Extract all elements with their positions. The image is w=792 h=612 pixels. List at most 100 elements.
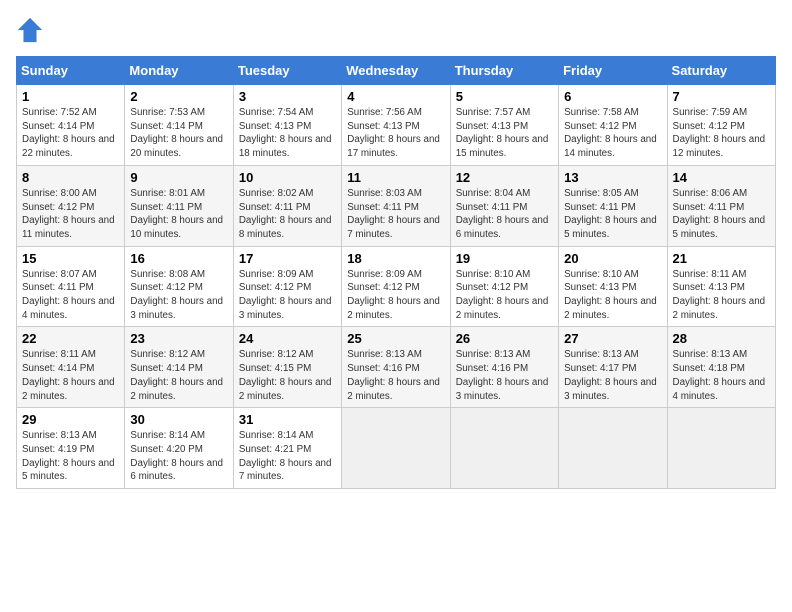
day-number: 7: [673, 89, 770, 104]
day-number: 20: [564, 251, 661, 266]
calendar-cell: 19Sunrise: 8:10 AMSunset: 4:12 PMDayligh…: [450, 246, 558, 327]
day-number: 30: [130, 412, 227, 427]
calendar-week-row: 8 Sunrise: 8:00 AMSunset: 4:12 PMDaylight…: [17, 165, 776, 246]
day-info: Sunrise: 8:12 AMSunset: 4:15 PMDaylight:…: [239, 348, 336, 403]
calendar-cell: 16 Sunrise: 8:08 AMSunset: 4:12 PMDayligh…: [125, 246, 233, 327]
calendar-cell: 25 Sunrise: 8:13 AMSunset: 4:16 PMDayligh…: [342, 327, 450, 408]
day-info: Sunrise: 8:13 AMSunset: 4:19 PMDaylight:…: [22, 429, 119, 484]
calendar-cell: 22 Sunrise: 8:11 AMSunset: 4:14 PMDayligh…: [17, 327, 125, 408]
day-info: Sunrise: 8:09 AMSunset: 4:12 PMDaylight:…: [239, 268, 336, 323]
day-info: Sunrise: 8:01 AMSunset: 4:11 PMDaylight:…: [130, 187, 227, 242]
day-info: Sunrise: 8:08 AMSunset: 4:12 PMDaylight:…: [130, 268, 227, 323]
day-info: Sunrise: 8:14 AMSunset: 4:20 PMDaylight:…: [130, 429, 227, 484]
day-info: Sunrise: 7:57 AMSunset: 4:13 PMDaylight:…: [456, 106, 553, 161]
calendar-cell: 1 Sunrise: 7:52 AMSunset: 4:14 PMDaylight…: [17, 85, 125, 166]
day-number: 16: [130, 251, 227, 266]
day-number: 18: [347, 251, 444, 266]
calendar-header-row: SundayMondayTuesdayWednesdayThursdayFrid…: [17, 57, 776, 85]
day-number: 31: [239, 412, 336, 427]
calendar-cell: 29 Sunrise: 8:13 AMSunset: 4:19 PMDayligh…: [17, 408, 125, 489]
day-info: Sunrise: 8:13 AMSunset: 4:16 PMDaylight:…: [347, 348, 444, 403]
calendar-cell: 20 Sunrise: 8:10 AMSunset: 4:13 PMDayligh…: [559, 246, 667, 327]
calendar-cell: 7Sunrise: 7:59 AMSunset: 4:12 PMDaylight…: [667, 85, 775, 166]
day-number: 11: [347, 170, 444, 185]
day-number: 12: [456, 170, 553, 185]
calendar-cell: [450, 408, 558, 489]
day-number: 13: [564, 170, 661, 185]
calendar-cell: 4Sunrise: 7:56 AMSunset: 4:13 PMDaylight…: [342, 85, 450, 166]
day-number: 8: [22, 170, 119, 185]
calendar-cell: 3 Sunrise: 7:54 AMSunset: 4:13 PMDaylight…: [233, 85, 341, 166]
day-of-week-header: Saturday: [667, 57, 775, 85]
day-info: Sunrise: 8:13 AMSunset: 4:18 PMDaylight:…: [673, 348, 770, 403]
day-info: Sunrise: 8:06 AMSunset: 4:11 PMDaylight:…: [673, 187, 770, 242]
day-info: Sunrise: 8:02 AMSunset: 4:11 PMDaylight:…: [239, 187, 336, 242]
calendar-table: SundayMondayTuesdayWednesdayThursdayFrid…: [16, 56, 776, 489]
day-number: 9: [130, 170, 227, 185]
day-number: 14: [673, 170, 770, 185]
day-info: Sunrise: 8:10 AMSunset: 4:13 PMDaylight:…: [564, 268, 661, 323]
day-of-week-header: Wednesday: [342, 57, 450, 85]
calendar-cell: 15 Sunrise: 8:07 AMSunset: 4:11 PMDayligh…: [17, 246, 125, 327]
calendar-cell: 11Sunrise: 8:03 AMSunset: 4:11 PMDayligh…: [342, 165, 450, 246]
calendar-cell: 5 Sunrise: 7:57 AMSunset: 4:13 PMDaylight…: [450, 85, 558, 166]
calendar-cell: 9 Sunrise: 8:01 AMSunset: 4:11 PMDaylight…: [125, 165, 233, 246]
day-of-week-header: Sunday: [17, 57, 125, 85]
day-number: 27: [564, 331, 661, 346]
calendar-week-row: 29 Sunrise: 8:13 AMSunset: 4:19 PMDayligh…: [17, 408, 776, 489]
calendar-cell: 18 Sunrise: 8:09 AMSunset: 4:12 PMDayligh…: [342, 246, 450, 327]
day-info: Sunrise: 8:09 AMSunset: 4:12 PMDaylight:…: [347, 268, 444, 323]
day-info: Sunrise: 8:05 AMSunset: 4:11 PMDaylight:…: [564, 187, 661, 242]
calendar-cell: [667, 408, 775, 489]
day-number: 15: [22, 251, 119, 266]
day-info: Sunrise: 8:04 AMSunset: 4:11 PMDaylight:…: [456, 187, 553, 242]
calendar-cell: 17 Sunrise: 8:09 AMSunset: 4:12 PMDayligh…: [233, 246, 341, 327]
day-info: Sunrise: 7:58 AMSunset: 4:12 PMDaylight:…: [564, 106, 661, 161]
day-info: Sunrise: 8:14 AMSunset: 4:21 PMDaylight:…: [239, 429, 336, 484]
day-number: 29: [22, 412, 119, 427]
day-of-week-header: Thursday: [450, 57, 558, 85]
calendar-cell: 10 Sunrise: 8:02 AMSunset: 4:11 PMDayligh…: [233, 165, 341, 246]
day-number: 1: [22, 89, 119, 104]
day-number: 6: [564, 89, 661, 104]
calendar-week-row: 1 Sunrise: 7:52 AMSunset: 4:14 PMDaylight…: [17, 85, 776, 166]
day-number: 25: [347, 331, 444, 346]
day-number: 21: [673, 251, 770, 266]
day-number: 2: [130, 89, 227, 104]
day-info: Sunrise: 8:10 AMSunset: 4:12 PMDaylight:…: [456, 268, 553, 323]
day-info: Sunrise: 8:07 AMSunset: 4:11 PMDaylight:…: [22, 268, 119, 323]
day-info: Sunrise: 7:53 AMSunset: 4:14 PMDaylight:…: [130, 106, 227, 161]
calendar-cell: 28 Sunrise: 8:13 AMSunset: 4:18 PMDayligh…: [667, 327, 775, 408]
day-info: Sunrise: 8:00 AMSunset: 4:12 PMDaylight:…: [22, 187, 119, 242]
day-number: 5: [456, 89, 553, 104]
calendar-cell: 8 Sunrise: 8:00 AMSunset: 4:12 PMDaylight…: [17, 165, 125, 246]
day-number: 26: [456, 331, 553, 346]
day-info: Sunrise: 7:52 AMSunset: 4:14 PMDaylight:…: [22, 106, 119, 161]
day-number: 17: [239, 251, 336, 266]
day-number: 23: [130, 331, 227, 346]
calendar-week-row: 15 Sunrise: 8:07 AMSunset: 4:11 PMDayligh…: [17, 246, 776, 327]
logo: [16, 16, 48, 44]
day-number: 22: [22, 331, 119, 346]
day-of-week-header: Friday: [559, 57, 667, 85]
day-number: 10: [239, 170, 336, 185]
day-info: Sunrise: 8:13 AMSunset: 4:16 PMDaylight:…: [456, 348, 553, 403]
day-of-week-header: Monday: [125, 57, 233, 85]
calendar-cell: 13 Sunrise: 8:05 AMSunset: 4:11 PMDayligh…: [559, 165, 667, 246]
day-info: Sunrise: 8:12 AMSunset: 4:14 PMDaylight:…: [130, 348, 227, 403]
calendar-cell: 23 Sunrise: 8:12 AMSunset: 4:14 PMDayligh…: [125, 327, 233, 408]
calendar-cell: 30 Sunrise: 8:14 AMSunset: 4:20 PMDayligh…: [125, 408, 233, 489]
day-number: 3: [239, 89, 336, 104]
day-number: 28: [673, 331, 770, 346]
calendar-cell: 24Sunrise: 8:12 AMSunset: 4:15 PMDayligh…: [233, 327, 341, 408]
day-info: Sunrise: 8:11 AMSunset: 4:14 PMDaylight:…: [22, 348, 119, 403]
calendar-cell: 12 Sunrise: 8:04 AMSunset: 4:11 PMDayligh…: [450, 165, 558, 246]
day-info: Sunrise: 7:54 AMSunset: 4:13 PMDaylight:…: [239, 106, 336, 161]
calendar-cell: 14 Sunrise: 8:06 AMSunset: 4:11 PMDayligh…: [667, 165, 775, 246]
day-info: Sunrise: 8:13 AMSunset: 4:17 PMDaylight:…: [564, 348, 661, 403]
day-of-week-header: Tuesday: [233, 57, 341, 85]
calendar-cell: 2 Sunrise: 7:53 AMSunset: 4:14 PMDaylight…: [125, 85, 233, 166]
calendar-cell: 31 Sunrise: 8:14 AMSunset: 4:21 PMDayligh…: [233, 408, 341, 489]
calendar-cell: 21Sunrise: 8:11 AMSunset: 4:13 PMDayligh…: [667, 246, 775, 327]
calendar-cell: [559, 408, 667, 489]
